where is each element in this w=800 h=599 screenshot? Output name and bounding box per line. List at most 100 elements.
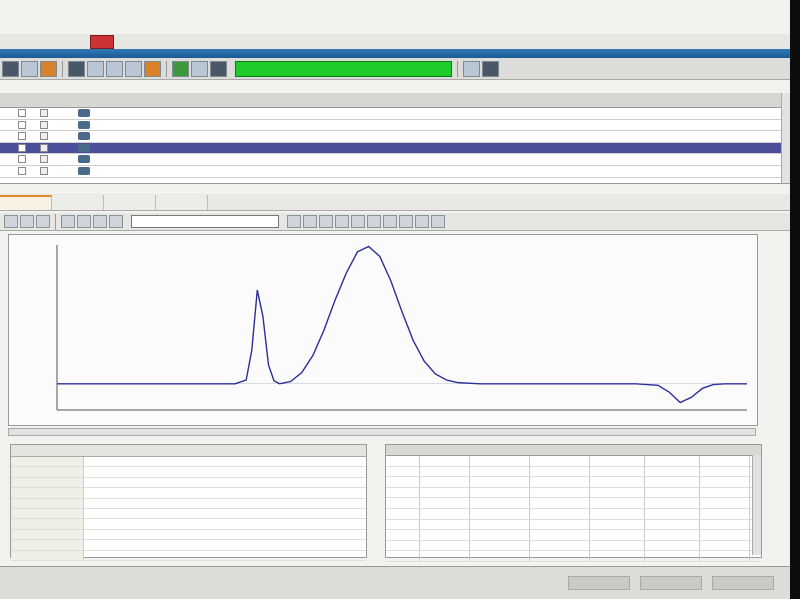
tray-item[interactable]: [640, 576, 702, 590]
peak-cell: [700, 519, 750, 530]
peak-table-row[interactable]: [386, 540, 761, 552]
chart-tool-button[interactable]: [287, 215, 301, 228]
toolbar-button[interactable]: [106, 60, 123, 77]
sequence-row-selected[interactable]: [0, 142, 790, 155]
sequence-row[interactable]: [0, 131, 790, 143]
toolbar-button[interactable]: [2, 60, 19, 77]
toolbar-button[interactable]: [87, 60, 104, 77]
chart-tool-button[interactable]: [109, 215, 123, 228]
row-checkbox[interactable]: [40, 155, 48, 164]
peak-table-scrollbar[interactable]: [752, 455, 761, 555]
peak-cell: [645, 456, 700, 466]
file-info-row: [11, 498, 366, 509]
peak-cell: [420, 466, 470, 477]
sequence-row[interactable]: [0, 120, 790, 132]
toolbar-button[interactable]: [21, 60, 38, 77]
chart-tool-button[interactable]: [335, 215, 349, 228]
chart-tool-button[interactable]: [77, 215, 91, 228]
peak-table-row[interactable]: [386, 551, 761, 562]
row-checkbox[interactable]: [40, 143, 48, 152]
sequence-scrollbar[interactable]: [781, 93, 790, 183]
expand-icon[interactable]: [18, 132, 26, 141]
sequence-row[interactable]: [0, 166, 790, 178]
peak-table-row[interactable]: [386, 466, 761, 478]
toolbar-button[interactable]: [191, 60, 208, 77]
peak-cell: [700, 456, 750, 466]
toolbar-button[interactable]: [40, 60, 57, 77]
chromatogram-plot[interactable]: [9, 235, 757, 425]
chart-tool-button[interactable]: [431, 215, 445, 228]
peak-cell: [470, 551, 530, 561]
expand-icon[interactable]: [18, 155, 26, 164]
expand-icon[interactable]: [18, 109, 26, 117]
chart-tool-button[interactable]: [303, 215, 317, 228]
toolbar-button[interactable]: [68, 60, 85, 77]
file-info-row: [11, 508, 366, 520]
vial-icon: [78, 155, 90, 164]
peak-cell: [590, 498, 645, 508]
chart-tool-button[interactable]: [4, 215, 18, 228]
chart-tool-button[interactable]: [383, 215, 397, 228]
file-info-value: [84, 478, 366, 487]
tray-item[interactable]: [712, 576, 774, 590]
chart-tool-button[interactable]: [20, 215, 34, 228]
peak-cell: [386, 519, 420, 530]
view-tab[interactable]: [52, 194, 104, 210]
sequence-row[interactable]: [0, 108, 790, 120]
expand-icon[interactable]: [18, 143, 26, 152]
peak-table-panel: [385, 444, 762, 562]
main-toolbar: [0, 58, 792, 80]
menu-item[interactable]: [0, 34, 16, 49]
chart-horizontal-scrollbar[interactable]: [8, 428, 756, 436]
row-controls: [18, 109, 104, 117]
chart-tool-button[interactable]: [367, 215, 381, 228]
peak-table-row[interactable]: [386, 477, 761, 488]
row-checkbox[interactable]: [40, 166, 48, 175]
file-info-row: [11, 488, 366, 499]
chart-tool-button[interactable]: [351, 215, 365, 228]
toolbar-button[interactable]: [144, 60, 161, 77]
peak-table-row[interactable]: [386, 519, 761, 531]
menu-tag[interactable]: [90, 34, 114, 49]
toolbar-button[interactable]: [463, 60, 480, 77]
row-checkbox[interactable]: [40, 132, 48, 141]
peak-table-row[interactable]: [386, 456, 761, 467]
file-info-value: [84, 540, 366, 549]
peak-table-row[interactable]: [386, 530, 761, 541]
toolbar-button[interactable]: [125, 60, 142, 77]
chromatogram-panel[interactable]: [8, 234, 758, 426]
help-button[interactable]: [482, 60, 499, 77]
signal-dropdown[interactable]: [131, 215, 279, 228]
signal-trace: [57, 245, 747, 404]
row-checkbox[interactable]: [40, 120, 48, 129]
peak-cell: [386, 530, 420, 540]
peak-table-row[interactable]: [386, 487, 761, 499]
menu-item[interactable]: [64, 34, 80, 49]
file-info-row: [11, 519, 366, 530]
chart-tool-button[interactable]: [61, 215, 75, 228]
chart-tool-button[interactable]: [93, 215, 107, 228]
pause-button[interactable]: [210, 60, 227, 77]
chart-tool-button[interactable]: [36, 215, 50, 228]
chart-tool-button[interactable]: [399, 215, 413, 228]
peak-cell: [590, 508, 645, 519]
sequence-row[interactable]: [0, 154, 790, 166]
run-button[interactable]: [172, 60, 189, 77]
row-checkbox[interactable]: [40, 109, 48, 117]
file-info-value: [84, 519, 366, 528]
peak-cell: [420, 530, 470, 540]
menu-item[interactable]: [48, 34, 64, 49]
chart-tool-button[interactable]: [319, 215, 333, 228]
peak-table-row[interactable]: [386, 498, 761, 509]
peak-table-row[interactable]: [386, 508, 761, 520]
chart-tool-button[interactable]: [415, 215, 429, 228]
menu-item[interactable]: [32, 34, 48, 49]
file-info-header: [11, 445, 366, 457]
view-tab[interactable]: [156, 194, 208, 210]
view-tab[interactable]: [0, 194, 52, 210]
expand-icon[interactable]: [18, 166, 26, 175]
menu-item[interactable]: [16, 34, 32, 49]
view-tab[interactable]: [104, 194, 156, 210]
tray-item[interactable]: [568, 576, 630, 590]
expand-icon[interactable]: [18, 120, 26, 129]
